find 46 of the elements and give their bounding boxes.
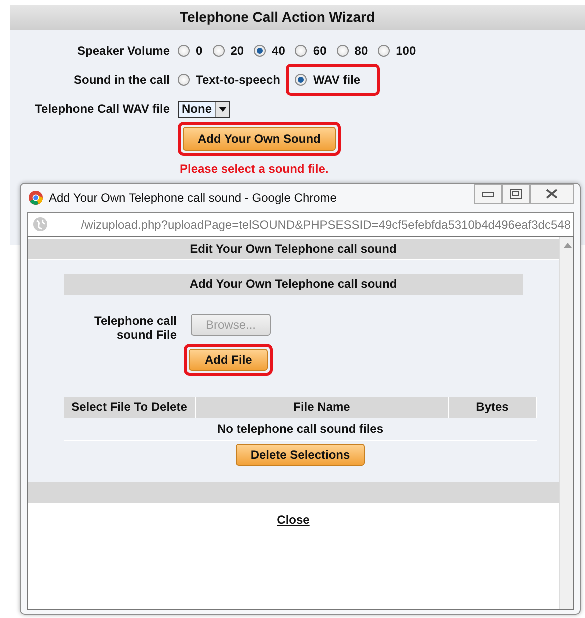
minimize-icon (482, 191, 494, 197)
radio-label: 80 (354, 43, 368, 60)
empty-message: No telephone call sound files (217, 422, 384, 436)
radio-button[interactable] (178, 45, 190, 57)
minimize-button[interactable] (474, 184, 502, 204)
radio-button[interactable] (295, 74, 308, 86)
radio-label: 20 (230, 43, 244, 60)
field-label: Speaker Volume (76, 43, 170, 60)
scrollbar[interactable] (559, 237, 573, 609)
field-label: Telephone call sound File (94, 314, 177, 342)
column-header: Select File To Delete (64, 397, 196, 418)
radio-button[interactable] (295, 45, 308, 57)
radio-label: 60 (313, 43, 327, 60)
chrome-icon (29, 191, 43, 205)
radio-label: 100 (396, 43, 416, 60)
error-message: Please select a sound file. (180, 162, 329, 176)
maximize-button[interactable] (502, 184, 530, 204)
add-sound-button[interactable]: Add Your Own Sound (183, 127, 336, 151)
radio-label: 40 (272, 43, 286, 60)
delete-button[interactable]: Delete Selections (236, 444, 366, 466)
radio-button[interactable] (212, 45, 225, 57)
section-heading: Add Your Own Telephone call sound (64, 274, 523, 295)
caret-icon (215, 102, 229, 116)
radio-button[interactable] (378, 45, 390, 57)
field-label: Sound in the call (72, 72, 170, 89)
close-link[interactable]: Close (277, 513, 310, 527)
maximize-icon (510, 189, 522, 199)
add-file-button[interactable]: Add File (189, 349, 268, 371)
column-header: File Name (196, 397, 449, 418)
close-button[interactable] (530, 184, 574, 204)
radio-label: WAV file (313, 72, 361, 89)
globe-icon (33, 217, 48, 232)
radio-label: 0 (196, 43, 203, 60)
scroll-up-icon (564, 243, 572, 248)
radio-button[interactable] (178, 74, 190, 86)
radio-button[interactable] (254, 45, 266, 57)
close-icon (546, 189, 558, 199)
radio-button[interactable] (336, 45, 349, 57)
dropdown[interactable]: None (178, 100, 230, 118)
wizard-title: Telephone Call Action Wizard (180, 8, 376, 27)
field-label: Telephone Call WAV file (34, 101, 170, 118)
column-header: Bytes (449, 397, 537, 418)
panel-heading: Edit Your Own Telephone call sound (28, 239, 559, 259)
url-text: /wizupload.php?uploadPage=telSOUND&PHPSESSID=49cf5efebfda5310b4d496eaf3dc548 (81, 216, 572, 234)
radio-label: Text-to-speech (196, 72, 280, 89)
window-title: Add Your Own Telephone call sound - Google Chrome (49, 190, 337, 207)
